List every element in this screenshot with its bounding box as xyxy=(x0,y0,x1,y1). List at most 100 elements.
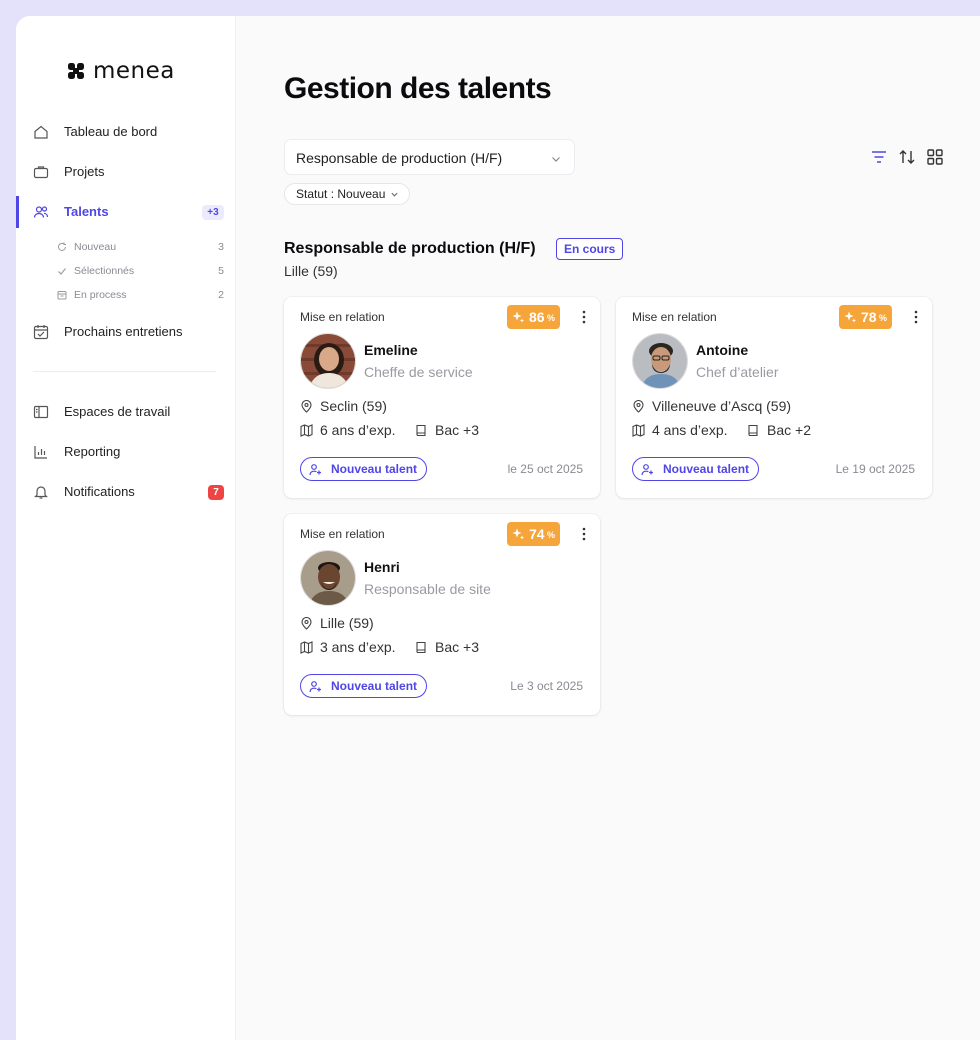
filter-icon[interactable] xyxy=(870,148,888,166)
app-window: menea Tableau de bord Projets Talents +3… xyxy=(16,16,980,1040)
section-title: Responsable de production (H/F) xyxy=(284,240,536,257)
sidebar-subitem-selectionnes[interactable]: Sélectionnés 5 xyxy=(16,262,236,282)
job-select[interactable]: Responsable de production (H/F) xyxy=(284,139,575,175)
map-icon xyxy=(632,424,645,437)
sidebar-item-label: Notifications xyxy=(64,484,135,499)
sparkle-icon xyxy=(512,528,524,540)
view-toolbar xyxy=(870,148,944,166)
sidebar-item-talents[interactable]: Talents +3 xyxy=(16,196,236,228)
check-icon xyxy=(58,268,66,275)
book-icon xyxy=(416,641,426,654)
more-vertical-icon[interactable] xyxy=(914,309,918,325)
sidebar-item-dashboard[interactable]: Tableau de bord xyxy=(16,116,236,148)
sort-icon[interactable] xyxy=(898,148,916,166)
sidebar-item-label: Talents xyxy=(64,204,109,219)
match-score-value: 74 xyxy=(529,526,545,542)
sidebar-divider xyxy=(33,371,216,372)
subitem-count: 5 xyxy=(218,265,224,277)
new-talent-tag[interactable]: Nouveau talent xyxy=(300,457,427,481)
match-score-badge: 74 % xyxy=(507,522,560,546)
sidebar-item-label: Projets xyxy=(64,164,105,179)
job-select-value: Responsable de production (H/F) xyxy=(296,150,503,166)
section-location: Lille (59) xyxy=(284,263,338,279)
map-pin-icon xyxy=(633,400,644,413)
users-icon xyxy=(33,206,49,218)
sidebar-item-label: Reporting xyxy=(64,444,121,459)
user-plus-icon xyxy=(309,681,321,693)
main-content: Gestion des talents Responsable de produ… xyxy=(236,16,980,1040)
talent-date: le 25 oct 2025 xyxy=(507,462,583,476)
match-score-value: 86 xyxy=(529,309,545,325)
sidebar-subitem-en-process[interactable]: En process 2 xyxy=(16,286,236,306)
sidebar: menea Tableau de bord Projets Talents +3… xyxy=(16,16,236,1040)
card-relation: Mise en relation xyxy=(300,310,385,324)
sidebar-item-notifications[interactable]: Notifications 7 xyxy=(16,476,236,508)
status-filter[interactable]: Statut : Nouveau xyxy=(284,183,411,205)
status-badge: En cours xyxy=(556,238,624,260)
sidebar-item-label: Espaces de travail xyxy=(64,404,171,419)
sidebar-item-label: Tableau de bord xyxy=(64,124,158,139)
sidebar-item-workspaces[interactable]: Espaces de travail xyxy=(16,396,236,428)
sidebar-item-interviews[interactable]: Prochains entretiens xyxy=(16,316,236,348)
user-plus-icon xyxy=(641,464,653,476)
new-talent-tag[interactable]: Nouveau talent xyxy=(632,457,759,481)
menea-logo-icon xyxy=(68,63,84,79)
subitem-count: 3 xyxy=(218,241,224,253)
more-vertical-icon[interactable] xyxy=(582,526,586,542)
map-pin-icon xyxy=(301,400,312,413)
talent-name: Henri xyxy=(364,559,400,575)
card-relation: Mise en relation xyxy=(300,527,385,541)
bell-icon xyxy=(34,486,48,499)
match-score-unit: % xyxy=(879,313,888,323)
sidebar-subitem-nouveau[interactable]: Nouveau 3 xyxy=(16,238,236,258)
subitem-count: 2 xyxy=(218,289,224,301)
subitem-label: En process xyxy=(74,289,127,301)
avatar xyxy=(632,333,688,389)
map-pin-icon xyxy=(301,617,312,630)
sidebar-item-label: Prochains entretiens xyxy=(64,324,183,339)
book-icon xyxy=(416,424,426,437)
chevron-down-icon xyxy=(391,192,398,197)
new-talent-tag[interactable]: Nouveau talent xyxy=(300,674,427,698)
talent-name: Emeline xyxy=(364,342,418,358)
talent-card-antoine[interactable]: Mise en relation 78 % Antoine Chef d’ate… xyxy=(616,297,932,498)
user-plus-icon xyxy=(309,464,321,476)
sidebar-panel-icon xyxy=(33,405,49,419)
sparkle-icon xyxy=(844,311,856,323)
bar-chart-icon xyxy=(34,446,47,459)
more-vertical-icon[interactable] xyxy=(582,309,586,325)
grid-view-icon[interactable] xyxy=(926,148,944,166)
talent-name: Antoine xyxy=(696,342,749,358)
chevron-down-icon xyxy=(552,157,560,162)
subitem-label: Nouveau xyxy=(74,241,117,253)
map-icon xyxy=(300,641,313,654)
match-score-unit: % xyxy=(547,530,556,540)
map-icon xyxy=(300,424,313,437)
avatar xyxy=(300,550,356,606)
talent-date: Le 19 oct 2025 xyxy=(835,462,915,476)
subitem-label: Sélectionnés xyxy=(74,265,135,277)
talent-role: Chef d’atelier xyxy=(696,364,779,380)
brand-name: menea xyxy=(93,58,175,84)
match-score-badge: 78 % xyxy=(839,305,892,329)
talents-count-badge: +3 xyxy=(202,205,224,220)
talent-role: Cheffe de service xyxy=(364,364,473,380)
briefcase-icon xyxy=(33,166,49,179)
avatar xyxy=(300,333,356,389)
talent-card-henri[interactable]: Mise en relation 74 % Henri Responsable … xyxy=(284,514,600,715)
page-title: Gestion des talents xyxy=(284,72,552,105)
home-icon xyxy=(34,125,48,139)
refresh-icon xyxy=(58,242,66,251)
match-score-badge: 86 % xyxy=(507,305,560,329)
notifications-count-badge: 7 xyxy=(208,485,224,500)
sidebar-item-projects[interactable]: Projets xyxy=(16,156,236,188)
match-score-unit: % xyxy=(547,313,556,323)
logo[interactable]: menea xyxy=(67,58,175,84)
talent-date: Le 3 oct 2025 xyxy=(510,679,583,693)
sidebar-item-reporting[interactable]: Reporting xyxy=(16,436,236,468)
book-icon xyxy=(748,424,758,437)
calendar-small-icon xyxy=(57,291,67,300)
status-filter-label: Statut : Nouveau xyxy=(296,187,386,201)
talent-card-emeline[interactable]: Mise en relation 86 % Emeline Cheffe de … xyxy=(284,297,600,498)
match-score-value: 78 xyxy=(861,309,877,325)
